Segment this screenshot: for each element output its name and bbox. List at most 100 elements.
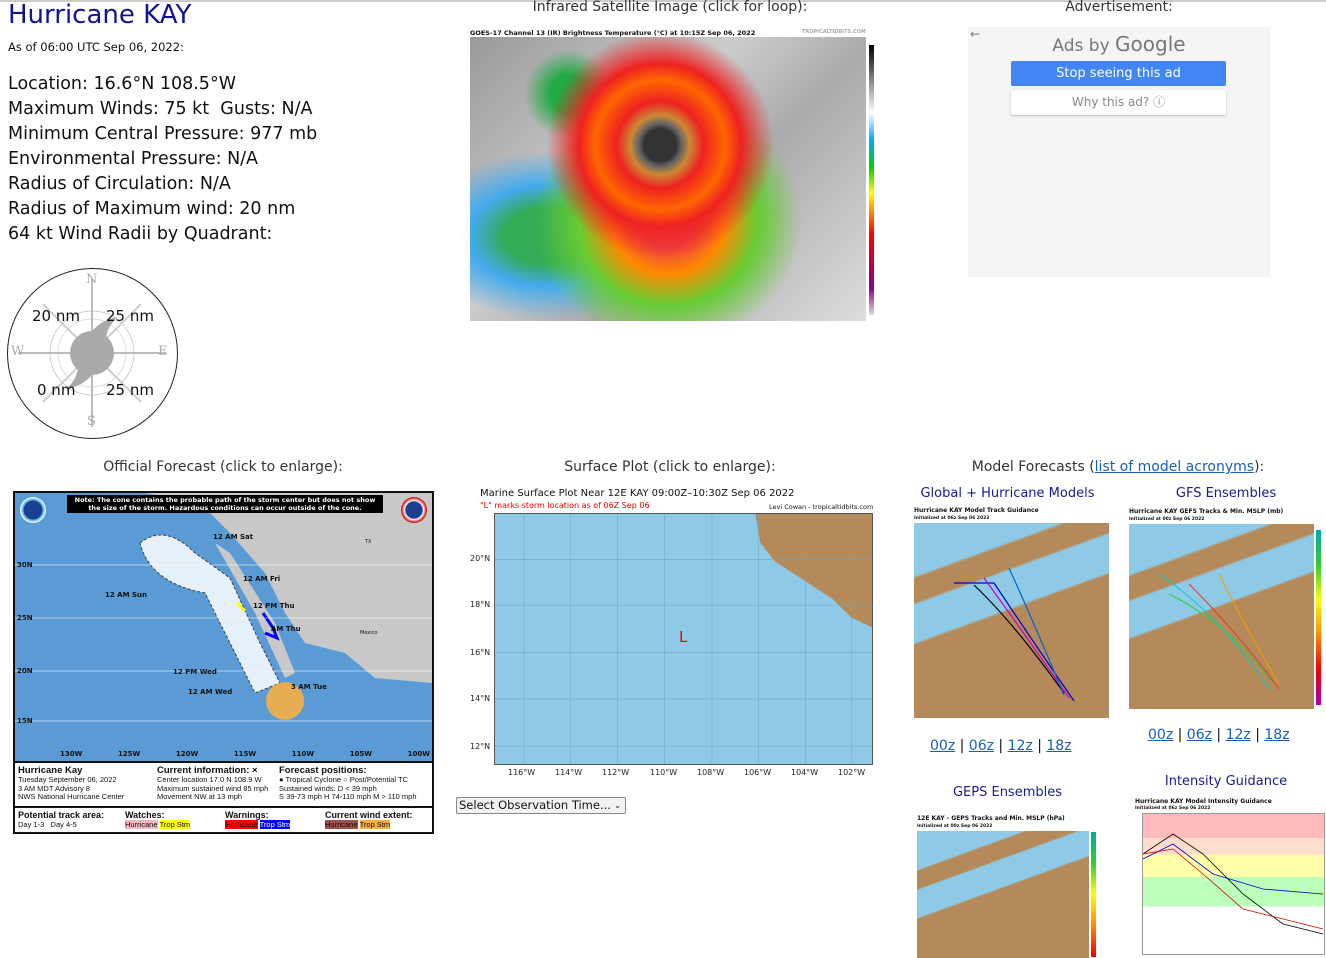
models-heading-text: Model Forecasts (	[971, 459, 1095, 475]
lat-15n: 15N	[17, 717, 33, 725]
wind-hurricane: Hurricane	[325, 820, 358, 829]
official-forecast-image[interactable]: Note: The cone contains the probable pat…	[13, 491, 434, 834]
geps-ensembles-image[interactable]: 12E KAY - GEPS Tracks and Min. MSLP (hPa…	[913, 812, 1103, 958]
legend-storm: Hurricane Kay Tuesday September 06, 2022…	[18, 765, 124, 802]
compass-w: W	[11, 344, 25, 359]
img-title: Hurricane KAY GEFS Tracks & Min. MSLP (m…	[1129, 508, 1284, 515]
surface-subtitle: "L" marks storm location as of 06Z Sep 0…	[480, 501, 650, 510]
cone-map: Note: The cone contains the probable pat…	[15, 493, 432, 761]
wind-radii-compass: N S W E 20 nm 25 nm 0 nm 25 nm	[7, 268, 178, 439]
env-pressure: Environmental Pressure: N/A	[8, 149, 259, 169]
legend-warnings: Warnings: Hurricane Trop Stm	[225, 810, 291, 830]
radius-circulation: Radius of Circulation: N/A	[8, 174, 231, 194]
run-link-00z[interactable]: 00z	[930, 738, 955, 754]
separator: |	[1255, 727, 1260, 743]
gfs-run-links: 00z | 06z | 12z | 18z	[1148, 727, 1290, 743]
img-title: 12E KAY - GEPS Tracks and Min. MSLP (hPa…	[917, 815, 1065, 822]
separator: |	[1216, 727, 1222, 743]
img-title: Hurricane KAY Model Track Guidance	[914, 507, 1039, 514]
run-link-12z[interactable]: 12z	[1226, 727, 1251, 743]
colorbar	[1316, 530, 1321, 705]
label-mexico: Mexico	[360, 630, 378, 636]
lat-30n: 30N	[17, 561, 33, 569]
lat-25n: 25N	[17, 614, 33, 622]
surface-heading: Surface Plot (click to enlarge):	[564, 459, 776, 475]
run-link-06z[interactable]: 06z	[969, 738, 994, 754]
img-init: Initialized at 06z Sep 06 2022	[1135, 806, 1211, 811]
intensity-guidance-title: Intensity Guidance	[1164, 774, 1288, 789]
model-acronyms-link[interactable]: list of model acronyms	[1095, 459, 1254, 475]
lon-label: 110°W	[650, 768, 678, 777]
intensity-lines	[1142, 833, 1324, 935]
separator: |	[998, 738, 1004, 754]
stop-seeing-ad-button[interactable]: Stop seeing this ad	[1011, 61, 1226, 86]
label-12pm-thu: 12 PM Thu	[253, 602, 295, 610]
noaa-logo	[20, 497, 46, 523]
lon-label: 104°W	[791, 768, 819, 777]
wind-tropstm: Trop Stm	[359, 820, 391, 829]
geps-map	[917, 831, 1089, 958]
intensity-guidance-image[interactable]: Hurricane KAY Model Intensity Guidance I…	[1130, 795, 1326, 958]
label-12am-wed: 12 AM Wed	[188, 688, 233, 696]
label-tx: TX	[365, 539, 372, 545]
compass-n: N	[86, 272, 98, 287]
ensemble-tracks	[1158, 573, 1280, 690]
label-12am-sun: 12 AM Sun	[105, 591, 148, 599]
radius-se: 25 nm	[106, 381, 154, 399]
img-init: Initialized at 00z Sep 06 2022	[917, 824, 993, 829]
max-winds: Maximum Winds: 75 kt Gusts: N/A	[8, 99, 313, 119]
track-lines	[954, 567, 1075, 702]
official-heading: Official Forecast (click to enlarge):	[103, 459, 343, 475]
warning-tropstm: Trop Stm	[259, 820, 291, 829]
observation-time-select[interactable]: Select Observation Time... ⌄	[456, 797, 626, 814]
issuing-center: NWS National Hurricane Center	[18, 792, 125, 801]
google-logo: Google	[1115, 32, 1186, 56]
min-pressure: Minimum Central Pressure: 977 mb	[8, 124, 318, 144]
run-link-12z[interactable]: 12z	[1008, 738, 1033, 754]
surface-plot-image[interactable]: Marine Surface Plot Near 12E KAY 09:00Z–…	[470, 486, 880, 781]
storm-location-marker: L	[679, 628, 688, 646]
legend-current: Current information: × Center location 1…	[157, 765, 268, 802]
separator: |	[1037, 738, 1042, 754]
radius-nw: 20 nm	[32, 307, 80, 325]
surface-title: Marine Surface Plot Near 12E KAY 09:00Z–…	[480, 488, 795, 499]
lon-label: 116°W	[508, 768, 536, 777]
run-link-18z[interactable]: 18z	[1046, 738, 1071, 754]
lon-label: 115W	[233, 750, 257, 758]
label-12am-sat: 12 AM Sat	[213, 533, 254, 541]
why-this-ad-button[interactable]: Why this ad? ⓘ	[1011, 90, 1226, 115]
run-link-06z[interactable]: 06z	[1187, 727, 1212, 743]
watch-tropstm: Trop Stm	[159, 820, 191, 829]
lon-label: 110W	[291, 750, 315, 758]
lat-label: 12°N	[470, 742, 491, 751]
global-models-image[interactable]: Hurricane KAY Model Track Guidance Initi…	[910, 505, 1110, 720]
run-link-18z[interactable]: 18z	[1264, 727, 1289, 743]
wind-radii-label: 64 kt Wind Radii by Quadrant:	[8, 224, 273, 244]
lon-label: 105W	[349, 750, 373, 758]
satellite-ir-map	[470, 37, 866, 321]
radius-ne: 25 nm	[106, 307, 154, 325]
surface-map: L	[494, 513, 873, 765]
satellite-image[interactable]: GOES-17 Channel 13 (IR) Brightness Tempe…	[460, 29, 885, 332]
as-of-time: As of 06:00 UTC Sep 06, 2022:	[8, 40, 184, 54]
run-link-00z[interactable]: 00z	[1148, 727, 1173, 743]
legend-wind: Current wind extent: Hurricane Trop Stm	[325, 810, 413, 830]
legend-forecast: Forecast positions: ● Tropical Cyclone ○…	[279, 765, 417, 802]
geps-ensembles-title: GEPS Ensembles	[952, 785, 1063, 800]
location: Location: 16.6°N 108.5°W	[8, 74, 236, 94]
satellite-caption: GOES-17 Channel 13 (IR) Brightness Tempe…	[470, 29, 756, 37]
intensity-chart	[1142, 813, 1325, 955]
lon-label: 130W	[60, 750, 83, 758]
select-value: Select Observation Time...	[459, 798, 611, 812]
satellite-heading: Infrared Satellite Image (click for loop…	[532, 0, 808, 15]
lon-label: 112°W	[602, 768, 630, 777]
surface-credit: Levi Cowan - tropicaltidbits.com	[769, 503, 874, 511]
ads-by-google: Ads by Google	[968, 32, 1270, 56]
separator: |	[1177, 727, 1183, 743]
lon-label: 108°W	[697, 768, 725, 777]
lon-axis: 130W 125W 120W 115W 110W 105W 100W	[60, 750, 430, 758]
lon-label: 106°W	[744, 768, 772, 777]
gfs-ensembles-image[interactable]: Hurricane KAY GEFS Tracks & Min. MSLP (m…	[1126, 505, 1326, 710]
track-day45: Day 4-5	[50, 820, 77, 829]
compass-e: E	[158, 344, 168, 359]
